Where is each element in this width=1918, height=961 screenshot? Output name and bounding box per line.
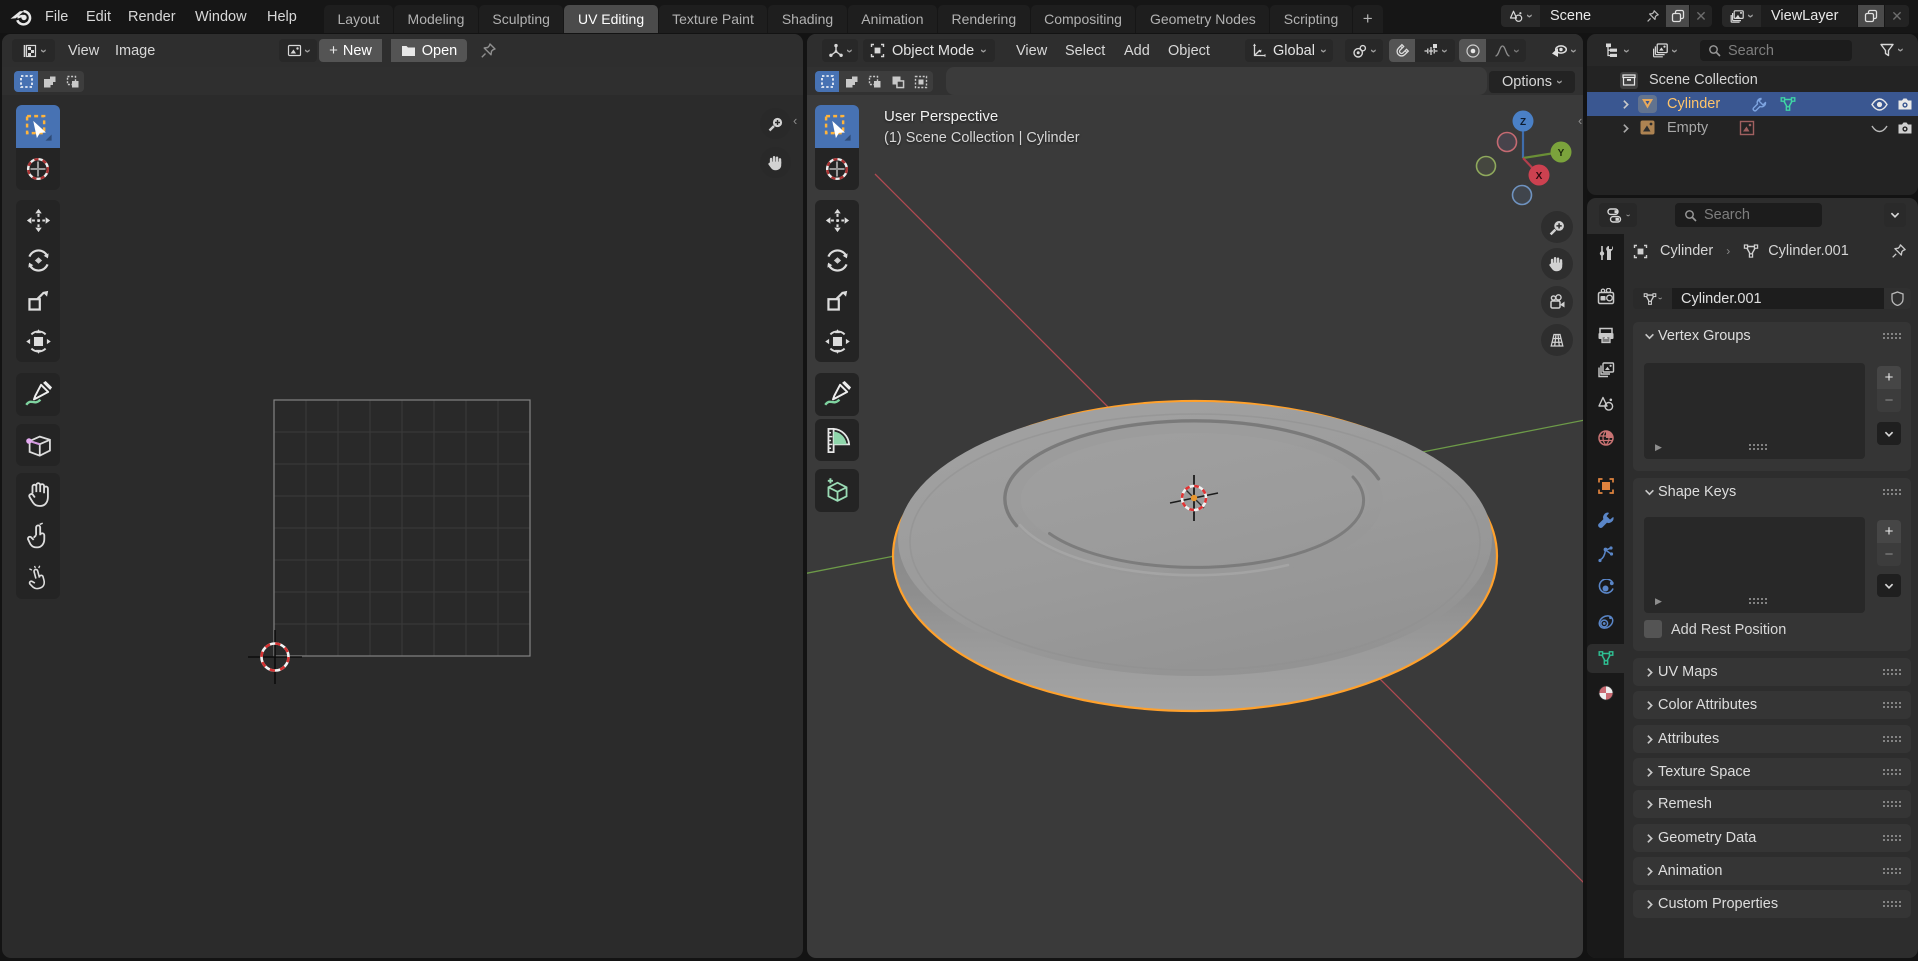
svg-text:X: X [1536,171,1543,182]
svg-text:Y: Y [1558,148,1565,159]
svg-text:Z: Z [1520,117,1526,128]
